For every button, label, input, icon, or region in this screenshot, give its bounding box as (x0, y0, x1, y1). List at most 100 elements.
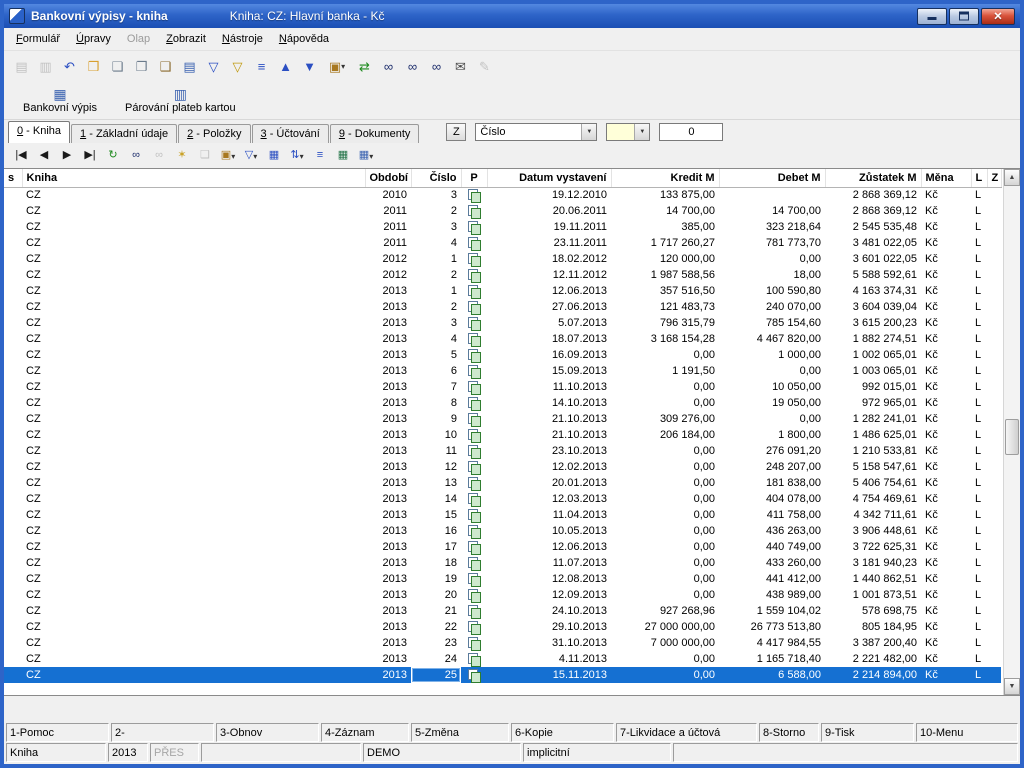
cell-datum[interactable]: 10.05.2013 (487, 523, 611, 539)
cell-cislo[interactable]: 17 (411, 539, 461, 555)
cell-obdobi[interactable]: 2011 (365, 235, 411, 251)
vertical-scrollbar[interactable]: ▲ ▼ (1003, 169, 1020, 695)
cell-cislo[interactable]: 11 (411, 443, 461, 459)
cell-kniha[interactable]: CZ (22, 539, 365, 555)
cell-mena[interactable]: Kč (921, 507, 971, 523)
record-view-button[interactable]: ▤ (178, 55, 201, 77)
table-row[interactable]: CZ2013112.06.2013357 516,50100 590,804 1… (4, 283, 1001, 299)
cell-s[interactable] (4, 491, 22, 507)
cell-s[interactable] (4, 187, 22, 203)
table-row[interactable]: CZ20132229.10.201327 000 000,0026 773 51… (4, 619, 1001, 635)
cell-cislo[interactable]: 8 (411, 395, 461, 411)
cell-datum[interactable]: 15.11.2013 (487, 667, 611, 683)
cell-zustatek[interactable]: 3 906 448,61 (825, 523, 921, 539)
cell-zustatek[interactable]: 972 965,01 (825, 395, 921, 411)
cell-s[interactable] (4, 283, 22, 299)
cell-zustatek[interactable]: 3 481 022,05 (825, 235, 921, 251)
cell-kredit[interactable]: 206 184,00 (611, 427, 719, 443)
filter-button[interactable]: ▽ (202, 55, 225, 77)
cell-zustatek[interactable]: 3 387 200,40 (825, 635, 921, 651)
cell-mena[interactable]: Kč (921, 251, 971, 267)
cell-kredit[interactable]: 0,00 (611, 379, 719, 395)
move-down-button[interactable]: ▼ (298, 55, 321, 77)
filter-button[interactable]: ▽ (240, 146, 262, 166)
cell-debet[interactable]: 1 165 718,40 (719, 651, 825, 667)
cell-l[interactable]: L (971, 603, 987, 619)
send-mail-button[interactable]: ✉ (449, 55, 472, 77)
cell-p[interactable] (461, 507, 487, 523)
cell-kredit[interactable]: 927 268,96 (611, 603, 719, 619)
cell-l[interactable]: L (971, 475, 987, 491)
tab-polozky[interactable]: 2 - Položky (178, 124, 250, 143)
cell-l[interactable]: L (971, 363, 987, 379)
cell-z[interactable] (987, 571, 1001, 587)
cell-l[interactable]: L (971, 571, 987, 587)
table-row[interactable]: CZ2010319.12.2010133 875,002 868 369,12K… (4, 187, 1001, 203)
table-row[interactable]: CZ2013615.09.20131 191,500,001 003 065,0… (4, 363, 1001, 379)
cell-mena[interactable]: Kč (921, 267, 971, 283)
cell-zustatek[interactable]: 1 003 065,01 (825, 363, 921, 379)
fkey-8-storno[interactable]: 8-Storno (759, 723, 819, 742)
table-row[interactable]: CZ2012212.11.20121 987 588,5618,005 588 … (4, 267, 1001, 283)
cell-z[interactable] (987, 235, 1001, 251)
cell-zustatek[interactable]: 1 882 274,51 (825, 331, 921, 347)
cell-p[interactable] (461, 651, 487, 667)
cell-datum[interactable]: 23.11.2011 (487, 235, 611, 251)
menu-item-nastroje[interactable]: Nástroje (214, 29, 271, 49)
cell-l[interactable]: L (971, 667, 987, 683)
cell-kniha[interactable]: CZ (22, 187, 365, 203)
prev-record-button[interactable]: ◀ (33, 146, 55, 166)
column-header-kniha[interactable]: Kniha (22, 169, 365, 187)
cell-mena[interactable]: Kč (921, 315, 971, 331)
cell-z[interactable] (987, 539, 1001, 555)
cell-zustatek[interactable]: 3 604 039,04 (825, 299, 921, 315)
cell-kniha[interactable]: CZ (22, 347, 365, 363)
cell-zustatek[interactable]: 4 163 374,31 (825, 283, 921, 299)
cell-datum[interactable]: 15.09.2013 (487, 363, 611, 379)
cell-datum[interactable]: 24.10.2013 (487, 603, 611, 619)
cell-z[interactable] (987, 427, 1001, 443)
table-row[interactable]: CZ20131811.07.20130,00433 260,003 181 94… (4, 555, 1001, 571)
cell-p[interactable] (461, 331, 487, 347)
table-row[interactable]: CZ2013516.09.20130,001 000,001 002 065,0… (4, 347, 1001, 363)
cell-debet[interactable]: 436 263,00 (719, 523, 825, 539)
find-button[interactable]: ∞ (377, 55, 400, 77)
cell-s[interactable] (4, 427, 22, 443)
cell-kredit[interactable]: 0,00 (611, 475, 719, 491)
cell-mena[interactable]: Kč (921, 619, 971, 635)
cell-kredit[interactable]: 133 875,00 (611, 187, 719, 203)
find-next-button[interactable]: ∞ (401, 55, 424, 77)
cell-z[interactable] (987, 443, 1001, 459)
cell-zustatek[interactable]: 1 486 625,01 (825, 427, 921, 443)
cell-l[interactable]: L (971, 299, 987, 315)
cell-debet[interactable]: 26 773 513,80 (719, 619, 825, 635)
cell-datum[interactable]: 12.09.2013 (487, 587, 611, 603)
filter-values-button[interactable]: ▽ (226, 55, 249, 77)
cell-datum[interactable]: 12.02.2013 (487, 459, 611, 475)
cell-obdobi[interactable]: 2013 (365, 299, 411, 315)
cell-p[interactable] (461, 523, 487, 539)
grid-settings-button[interactable]: ▦ (355, 146, 377, 166)
table-row[interactable]: CZ20131212.02.20130,00248 207,005 158 54… (4, 459, 1001, 475)
cell-s[interactable] (4, 315, 22, 331)
cell-cislo[interactable]: 9 (411, 411, 461, 427)
cell-cislo[interactable]: 23 (411, 635, 461, 651)
cell-l[interactable]: L (971, 267, 987, 283)
cell-obdobi[interactable]: 2013 (365, 651, 411, 667)
last-record-button[interactable]: ▶| (79, 146, 101, 166)
cell-datum[interactable]: 11.10.2013 (487, 379, 611, 395)
cell-zustatek[interactable]: 578 698,75 (825, 603, 921, 619)
cell-l[interactable]: L (971, 395, 987, 411)
cell-l[interactable]: L (971, 219, 987, 235)
column-header-debet[interactable]: Debet M (719, 169, 825, 187)
cell-kniha[interactable]: CZ (22, 443, 365, 459)
cell-p[interactable] (461, 619, 487, 635)
cell-cislo[interactable]: 6 (411, 363, 461, 379)
cell-cislo[interactable]: 3 (411, 219, 461, 235)
cell-p[interactable] (461, 555, 487, 571)
cell-cislo[interactable]: 21 (411, 603, 461, 619)
cell-kniha[interactable]: CZ (22, 235, 365, 251)
cell-datum[interactable]: 12.08.2013 (487, 571, 611, 587)
cell-mena[interactable]: Kč (921, 459, 971, 475)
cell-l[interactable]: L (971, 187, 987, 203)
